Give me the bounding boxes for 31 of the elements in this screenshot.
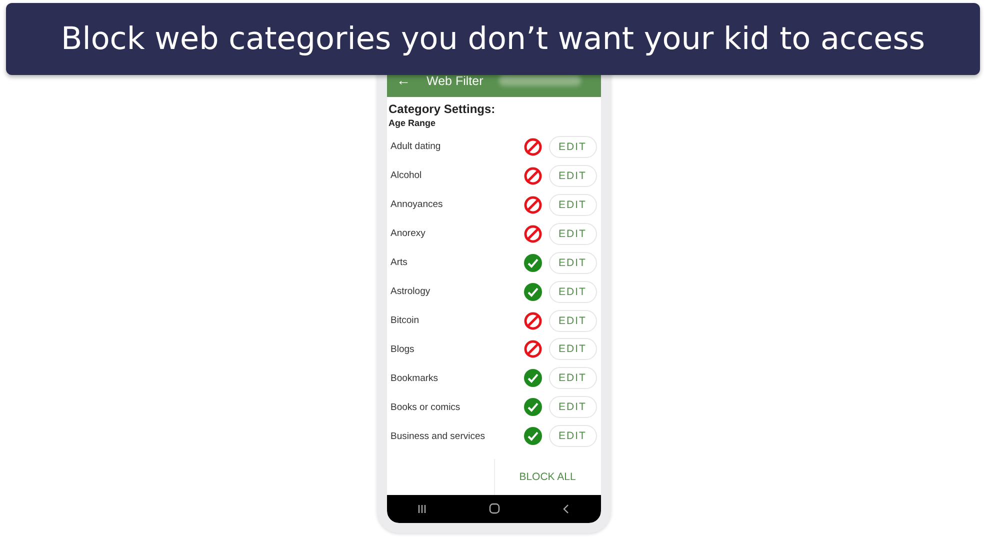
section-title: Category Settings: (388, 101, 496, 116)
edit-button[interactable]: EDIT (548, 280, 596, 303)
back-button[interactable]: ← (396, 72, 410, 88)
edit-button[interactable]: EDIT (548, 252, 596, 274)
edit-button[interactable]: EDIT (548, 396, 596, 418)
edit-button[interactable]: EDIT (548, 194, 596, 216)
edit-button[interactable]: EDIT (548, 367, 596, 390)
banner-title: Block web categories you don’t want your kid to access (60, 21, 926, 57)
edit-button[interactable]: EDIT (548, 222, 596, 245)
category-name: Blogs (390, 344, 416, 355)
category-name: Books or comics (390, 402, 462, 413)
category-name: Annoyances (390, 199, 444, 210)
recents-icon[interactable] (417, 504, 428, 514)
edit-button[interactable]: EDIT (548, 136, 596, 158)
section-subtitle: Age Range (388, 117, 437, 130)
category-name: Adult dating (390, 141, 442, 152)
category-name: Astrology (390, 286, 432, 298)
app-bar-title: Web Filter (426, 74, 484, 88)
block-all-button[interactable]: BLOCK ALL (494, 458, 600, 495)
category-name: Anorexy (390, 228, 426, 240)
edit-button[interactable]: EDIT (548, 310, 596, 332)
category-name: Arts (390, 257, 408, 268)
edit-button[interactable]: EDIT (548, 425, 596, 448)
category-name: Alcohol (390, 170, 423, 182)
back-icon[interactable] (562, 504, 570, 514)
edit-button[interactable]: EDIT (548, 164, 596, 187)
category-name: Business and services (390, 430, 486, 442)
edit-button[interactable]: EDIT (548, 338, 596, 360)
home-icon[interactable] (488, 503, 500, 514)
category-name: Bookmarks (390, 372, 440, 384)
category-name: Bitcoin (390, 315, 420, 326)
